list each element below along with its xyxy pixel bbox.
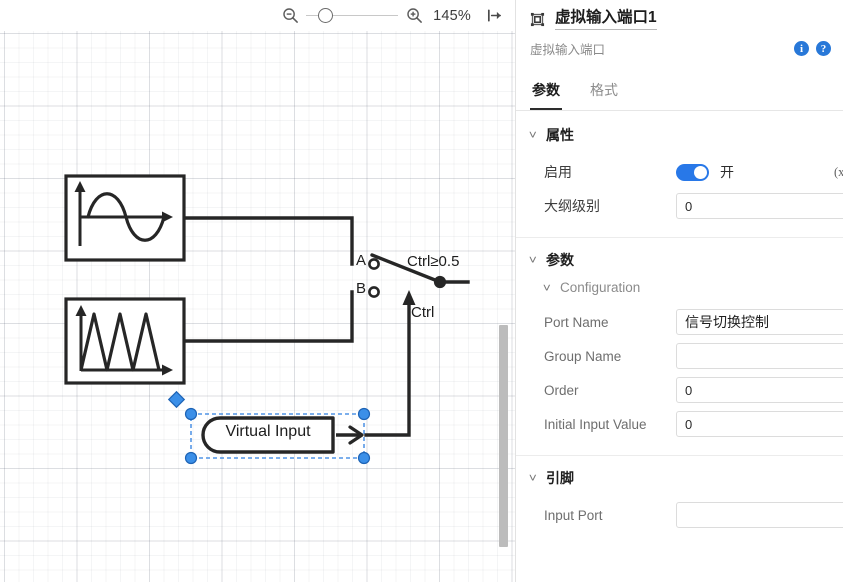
field-order-label: Order <box>544 382 579 398</box>
virtual-input-label: Virtual Input <box>225 423 311 440</box>
field-outline-level: 大纲级别 (x) <box>516 189 843 223</box>
ctrl-arrowhead <box>402 290 416 305</box>
panel-subtitle-row: 虚拟输入端口 i ? <box>516 30 843 58</box>
section-attributes-header[interactable]: ˅ 属性 <box>516 125 843 145</box>
panel-tabs: 参数 格式 <box>516 74 843 111</box>
zoom-slider-knob[interactable] <box>318 8 334 23</box>
diagram-svg <box>64 174 470 465</box>
section-pins: ˅ 引脚 Input Port (x) <box>516 456 843 546</box>
enable-toggle-wrap: 开 <box>676 162 824 182</box>
field-input-port-label: Input Port <box>544 507 603 523</box>
field-group-name: Group Name (x) <box>516 339 843 373</box>
zoom-out-icon[interactable] <box>277 3 303 29</box>
panel-title[interactable]: 虚拟输入端口1 <box>555 8 657 30</box>
field-enable: 启用 开 (x) <box>516 155 843 189</box>
wire-sawtooth-to-b <box>182 290 354 343</box>
panel-title-row: 虚拟输入端口1 <box>516 0 843 30</box>
switch-label-a: A <box>356 252 367 269</box>
field-outline-level-label: 大纲级别 <box>544 198 600 214</box>
rotate-handle <box>167 390 186 409</box>
section-parameters-header[interactable]: ˅ 参数 <box>516 250 843 270</box>
canvas-pane[interactable]: A B Ctrl≥0.5 Ctrl Virtual Input 145% <box>0 0 515 582</box>
wire-sine-to-a <box>182 216 354 266</box>
sine-source-block <box>64 174 186 262</box>
order-input[interactable] <box>676 377 843 403</box>
enable-toggle-state: 开 <box>720 164 734 180</box>
field-port-name-label: Port Name <box>544 314 609 330</box>
field-enable-label: 启用 <box>544 164 572 180</box>
toggle-knob <box>694 165 707 179</box>
collapse-panel-icon[interactable] <box>481 3 507 29</box>
switch-output-node <box>433 275 447 289</box>
outline-level-input[interactable] <box>676 193 843 219</box>
input-port-input[interactable] <box>676 502 843 528</box>
info-icon[interactable]: i <box>794 41 809 56</box>
section-pins-title: 引脚 <box>546 470 574 486</box>
panel-subtitle: 虚拟输入端口 <box>530 43 606 57</box>
sawtooth-source-block <box>64 297 186 385</box>
switch-label-b: B <box>356 280 367 297</box>
subsection-configuration-header[interactable]: ˅ Configuration <box>516 280 843 295</box>
field-input-port: Input Port (x) <box>516 498 843 532</box>
panel-help-icons: i ? <box>794 41 831 56</box>
field-order: Order (x) <box>516 373 843 407</box>
enable-toggle[interactable] <box>676 163 709 181</box>
zoom-level-label: 145% <box>433 7 471 24</box>
zoom-in-icon[interactable] <box>401 3 427 29</box>
help-icon[interactable]: ? <box>816 41 831 56</box>
tab-format[interactable]: 格式 <box>588 74 620 110</box>
panel-body: ˅ 属性 启用 开 (x) 大纲级别 (x) <box>516 113 843 582</box>
section-attributes: ˅ 属性 启用 开 (x) 大纲级别 (x) <box>516 113 843 238</box>
frame-select-icon <box>530 12 545 27</box>
subsection-configuration-title: Configuration <box>560 280 641 295</box>
canvas-scrollbar-thumb[interactable] <box>499 325 508 547</box>
wire-virtualinput-to-ctrl <box>364 298 411 437</box>
properties-panel: 虚拟输入端口1 虚拟输入端口 i ? 参数 格式 ˅ 属性 启用 开 (大纲级… <box>515 0 843 582</box>
switch-terminal-a-node <box>368 258 380 270</box>
field-port-name: Port Name (x) <box>516 305 843 339</box>
initial-input-value-input[interactable] <box>676 411 843 437</box>
port-name-input[interactable] <box>676 309 843 335</box>
chevron-down-icon: ˅ <box>528 128 537 142</box>
field-group-name-label: Group Name <box>544 348 622 364</box>
canvas-vertical-scrollbar[interactable] <box>499 300 508 572</box>
tab-parameters[interactable]: 参数 <box>530 74 562 110</box>
section-parameters: ˅ 参数 ˅ Configuration Port Name (x) Group… <box>516 238 843 456</box>
chevron-down-icon: ˅ <box>542 280 551 295</box>
zoom-toolbar: 145% <box>0 0 515 31</box>
section-parameters-title: 参数 <box>546 252 574 268</box>
field-initial-input-value: Initial Input Value (x) <box>516 407 843 441</box>
chevron-down-icon: ˅ <box>528 471 537 485</box>
field-initial-input-value-label: Initial Input Value <box>544 416 647 432</box>
enable-fx-button[interactable]: (x) <box>834 165 843 180</box>
switch-terminal-b-node <box>368 286 380 298</box>
group-name-input[interactable] <box>676 343 843 369</box>
chevron-down-icon: ˅ <box>528 253 537 267</box>
section-attributes-title: 属性 <box>546 127 574 143</box>
zoom-slider[interactable] <box>306 3 399 29</box>
switch-ctrl-label: Ctrl <box>411 304 435 321</box>
switch-condition-label: Ctrl≥0.5 <box>407 253 460 270</box>
section-pins-header[interactable]: ˅ 引脚 <box>516 468 843 488</box>
